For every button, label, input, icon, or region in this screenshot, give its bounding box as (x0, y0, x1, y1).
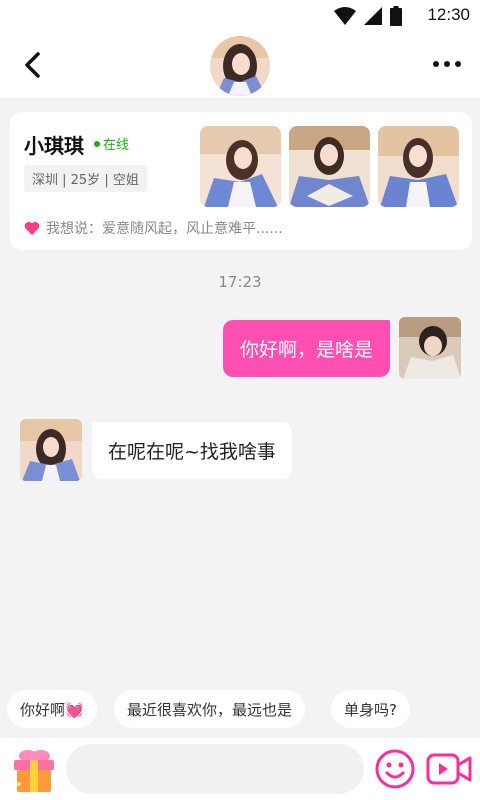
online-status-text: 在线 (103, 138, 130, 153)
emoji-icon[interactable] (374, 748, 416, 790)
status-bar: 12:30 (0, 0, 480, 32)
status-icons (334, 6, 402, 26)
profile-card[interactable]: 小琪琪 在线 深圳 | 25岁 | 空姐 我想说：爱意随风起，风止意难平....… (10, 112, 472, 250)
message-input[interactable] (66, 744, 364, 794)
profile-photo[interactable] (200, 126, 281, 207)
more-dots-icon[interactable] (430, 52, 464, 76)
gift-box-icon[interactable] (8, 742, 60, 794)
photo-gallery (200, 126, 459, 207)
back-arrow-icon[interactable] (18, 48, 48, 82)
chat-header (0, 32, 480, 98)
profile-motto-text: 我想说：爱意随风起，风止意难平...... (46, 221, 283, 237)
quick-reply[interactable]: 单身吗? (331, 690, 410, 728)
quick-reply[interactable]: 最近很喜欢你，最远也是 (114, 690, 306, 728)
contact-avatar[interactable] (210, 36, 270, 96)
profile-motto: 我想说：爱意随风起，风止意难平...... (24, 218, 283, 238)
outgoing-message[interactable]: 你好啊，是啥是 (222, 320, 390, 377)
wifi-icon (334, 7, 356, 25)
profile-photo[interactable] (378, 126, 459, 207)
heart-icon (24, 221, 40, 235)
status-time: 12:30 (427, 5, 470, 24)
profile-photo[interactable] (289, 126, 370, 207)
chat-timestamp: 17:23 (218, 273, 262, 291)
my-avatar[interactable] (399, 317, 461, 379)
signal-icon (364, 7, 382, 25)
online-dot-icon (94, 140, 100, 147)
battery-icon (390, 6, 402, 26)
incoming-message[interactable]: 在呢在呢~找我啥事 (92, 422, 292, 479)
profile-tags: 深圳 | 25岁 | 空姐 (24, 165, 147, 192)
online-status: 在线 (94, 134, 129, 153)
profile-name: 小琪琪 (24, 134, 84, 158)
video-call-icon[interactable] (426, 751, 472, 787)
input-bar (0, 738, 480, 800)
quick-reply[interactable]: 你好啊💓 (7, 690, 97, 728)
contact-message-avatar[interactable] (20, 419, 82, 481)
